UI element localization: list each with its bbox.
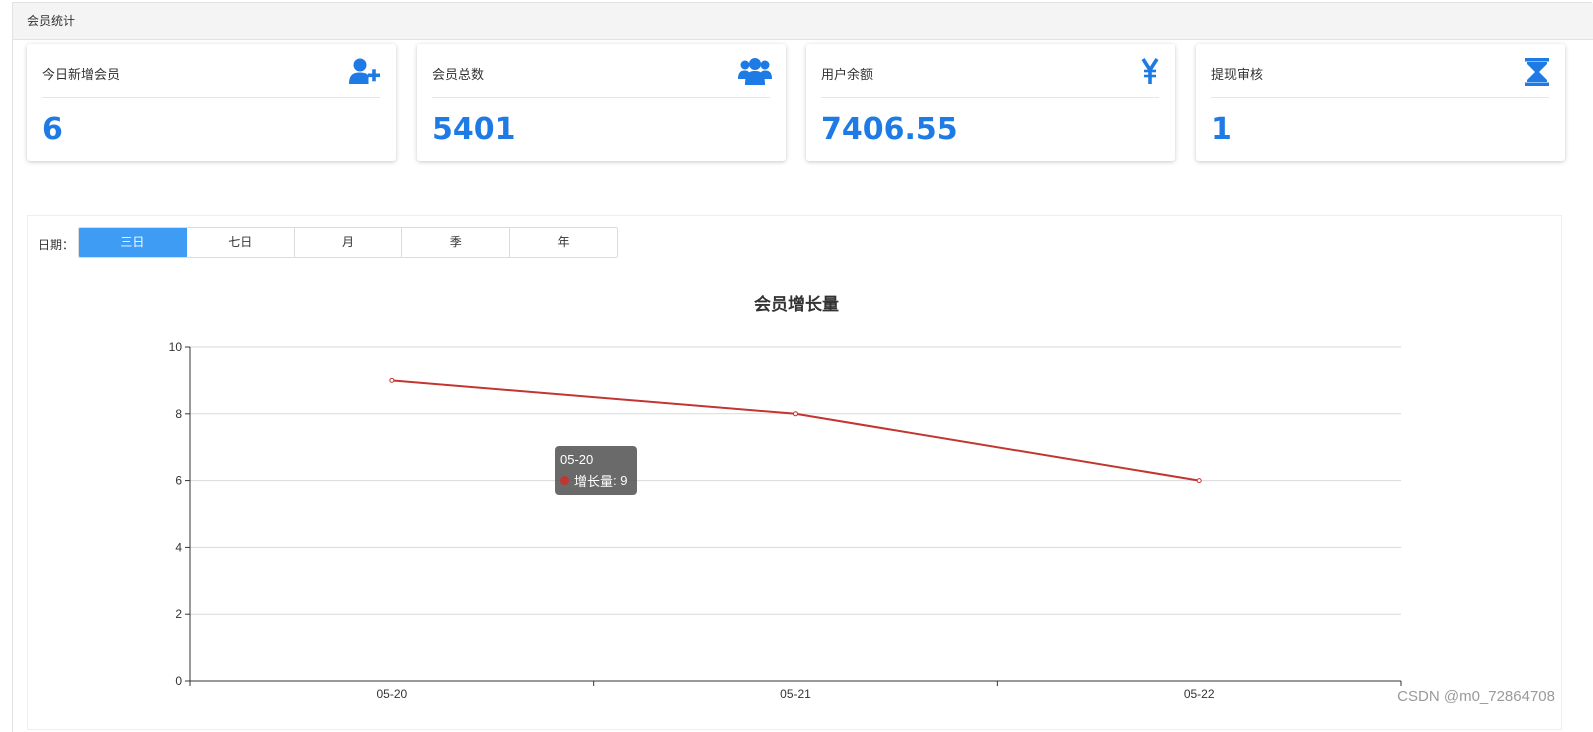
tooltip-value: 9: [620, 473, 628, 488]
y-tick-label: 0: [175, 674, 182, 688]
series-line: [391, 379, 1200, 482]
line-chart: 0 2 4 6 8 10 05-20 05-21 05-22: [169, 340, 1402, 701]
x-tick-label: 05-21: [780, 687, 811, 701]
y-tick-label: 4: [175, 540, 182, 554]
data-point: [793, 411, 798, 417]
x-tick-label: 05-20: [376, 687, 407, 701]
data-point: [389, 377, 395, 383]
tooltip-series-marker: [560, 476, 569, 485]
tooltip-series-name: 增长量: [574, 474, 614, 489]
watermark: CSDN @m0_72864708: [1397, 688, 1555, 705]
y-tick-label: 2: [175, 607, 182, 621]
y-tick-label: 8: [175, 407, 182, 421]
y-tick-label: 6: [175, 474, 182, 488]
x-tick-label: 05-22: [1184, 687, 1215, 701]
tooltip-category: 05-20: [560, 452, 594, 467]
y-tick-label: 10: [169, 340, 183, 354]
chart-tooltip: 05-20 增长量: 9: [555, 446, 637, 495]
data-point: [1196, 478, 1202, 484]
tooltip-separator: :: [613, 473, 621, 488]
